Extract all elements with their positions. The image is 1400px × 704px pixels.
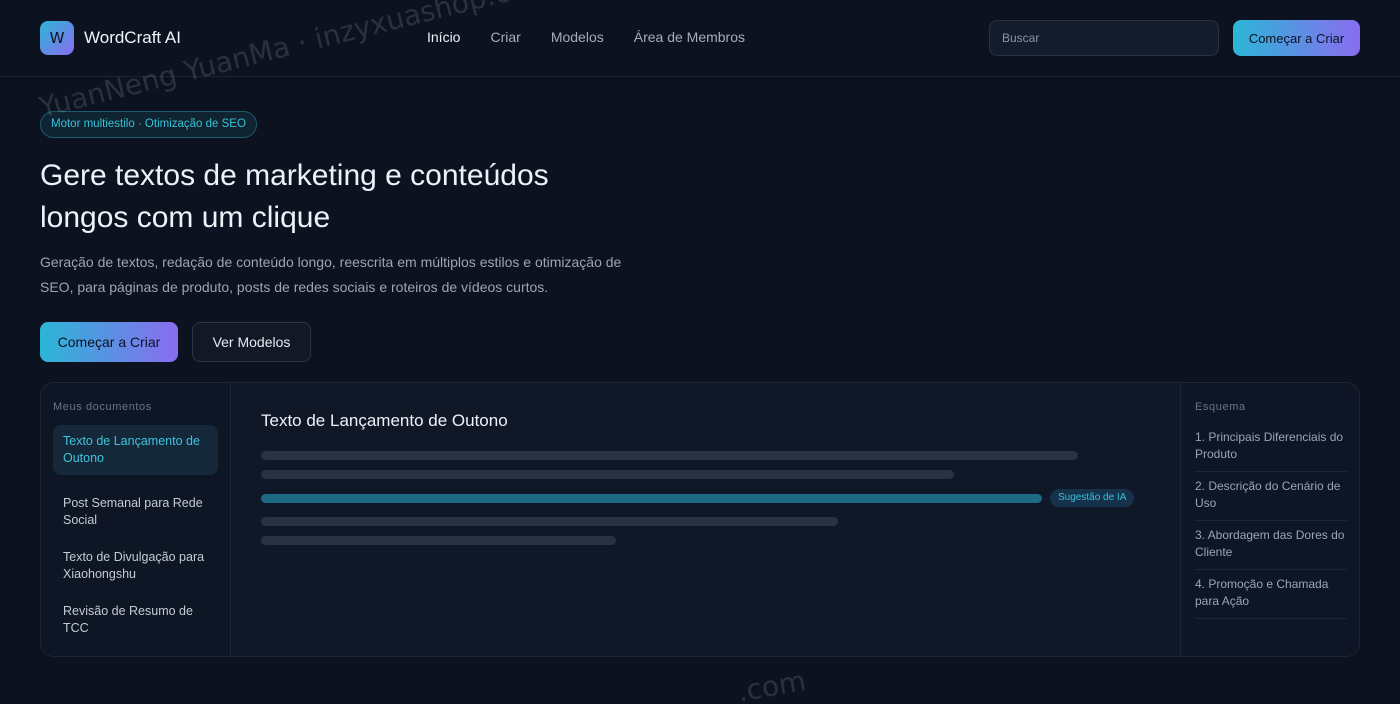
documents-sidebar: Meus documentos Texto de Lançamento de O… — [41, 383, 231, 656]
search-input[interactable] — [989, 20, 1219, 56]
document-editor[interactable]: Texto de Lançamento de Outono Sugestão d… — [231, 383, 1180, 656]
outline-item[interactable]: 3. Abordagem das Dores do Cliente — [1195, 527, 1347, 570]
outline-sidebar: Esquema 1. Principais Diferenciais do Pr… — [1180, 383, 1359, 656]
outline-item[interactable]: 4. Promoção e Chamada para Ação — [1195, 576, 1347, 619]
documents-label: Meus documentos — [53, 401, 152, 413]
ai-suggestion-tag[interactable]: Sugestão de IA — [1050, 489, 1135, 507]
nav-modelos[interactable]: Modelos — [551, 29, 604, 45]
start-creating-button[interactable]: Começar a Criar — [40, 322, 178, 362]
document-item-autumn-launch[interactable]: Texto de Lançamento de Outono — [53, 425, 218, 475]
start-creating-header-button[interactable]: Começar a Criar — [1233, 20, 1360, 56]
hero-title-line-1: Gere textos de marketing e conteúdos — [40, 159, 549, 192]
text-placeholder-line — [261, 451, 1078, 460]
view-templates-button[interactable]: Ver Modelos — [192, 322, 311, 362]
nav-inicio[interactable]: Início — [427, 29, 460, 45]
feature-badge: Motor multiestilo · Otimização de SEO — [40, 111, 257, 138]
outline-item[interactable]: 2. Descrição do Cenário de Uso — [1195, 478, 1347, 521]
brand-name[interactable]: WordCraft AI — [84, 28, 181, 48]
main-nav: Início Criar Modelos Área de Membros — [427, 29, 775, 45]
document-item-xiaohongshu[interactable]: Texto de Divulgação para Xiaohongshu — [53, 541, 218, 591]
text-placeholder-line — [261, 470, 954, 479]
document-title: Texto de Lançamento de Outono — [261, 411, 508, 430]
document-item-weekly-post[interactable]: Post Semanal para Rede Social — [53, 487, 218, 537]
hero-title: Gere textos de marketing e conteúdos lon… — [40, 155, 640, 239]
top-header: W WordCraft AI Início Criar Modelos Área… — [0, 0, 1400, 77]
nav-criar[interactable]: Criar — [490, 29, 520, 45]
watermark-text-bottom: .com — [735, 664, 809, 704]
nav-area-membros[interactable]: Área de Membros — [634, 29, 745, 45]
hero-subtitle: Geração de textos, redação de conteúdo l… — [40, 254, 622, 295]
outline-label: Esquema — [1195, 401, 1246, 413]
text-placeholder-line — [261, 536, 616, 545]
ai-suggested-line[interactable] — [261, 494, 1042, 503]
hero-title-line-2: longos com um clique — [40, 201, 331, 234]
text-placeholder-line — [261, 517, 838, 526]
workspace-preview: Meus documentos Texto de Lançamento de O… — [40, 382, 1360, 657]
document-item-thesis-review[interactable]: Revisão de Resumo de TCC — [53, 595, 218, 645]
outline-item[interactable]: 1. Principais Diferenciais do Produto — [1195, 429, 1347, 472]
logo-icon[interactable]: W — [40, 21, 74, 55]
